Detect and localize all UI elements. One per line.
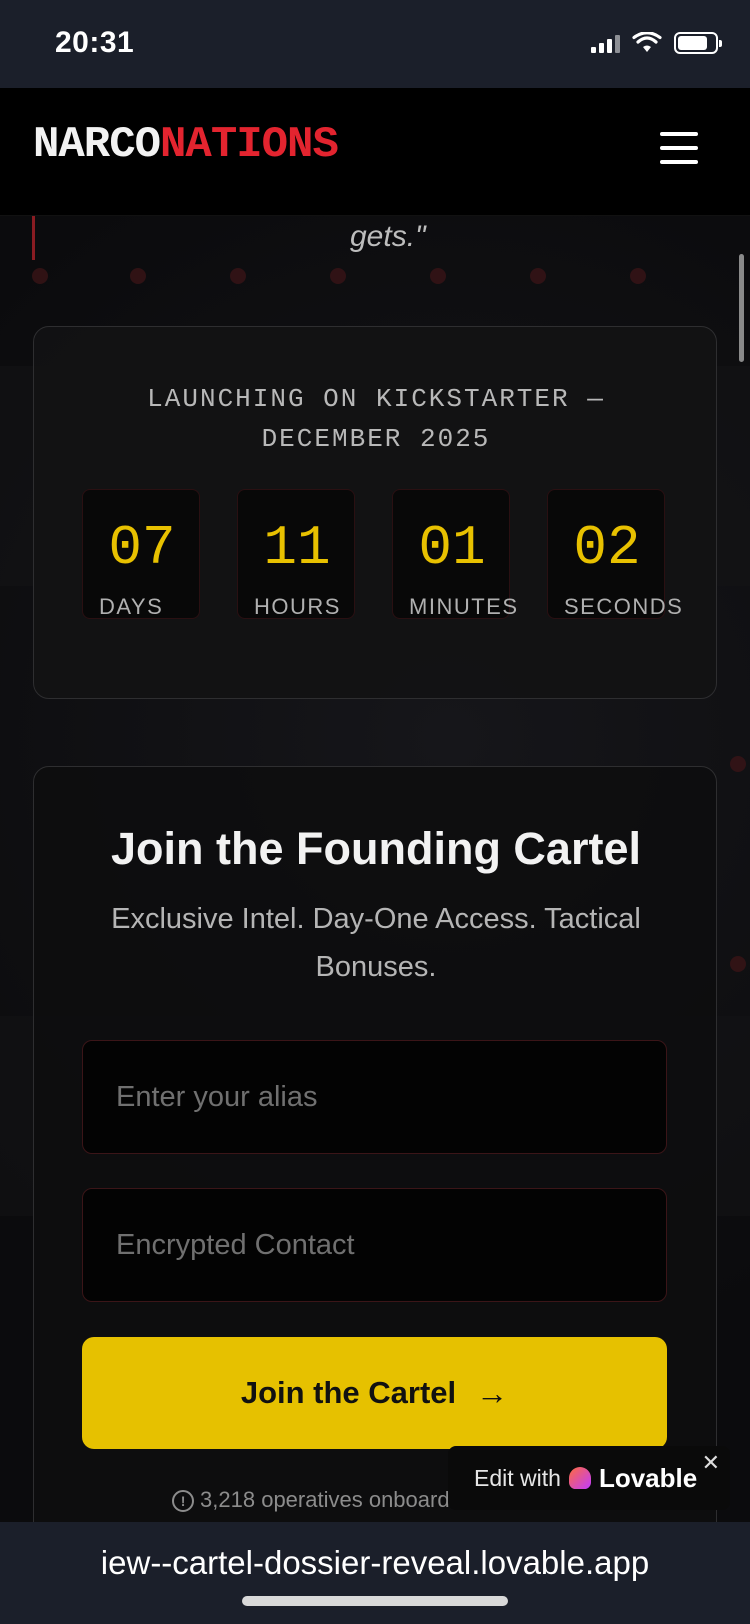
- wifi-icon: [632, 32, 662, 52]
- join-cartel-button[interactable]: Join the Cartel →: [82, 1337, 667, 1449]
- timer-value: 01: [418, 516, 486, 580]
- countdown-card: LAUNCHING ON KICKSTARTER — DECEMBER 2025…: [33, 326, 717, 699]
- signup-subtitle: Exclusive Intel. Day-One Access. Tactica…: [111, 903, 641, 983]
- alias-field[interactable]: [82, 1040, 667, 1154]
- url-text[interactable]: iew--cartel-dossier-reveal.lovable.app: [0, 1544, 750, 1582]
- quote-text: gets.": [350, 220, 426, 253]
- signup-title: Join the Founding Cartel: [111, 823, 641, 874]
- timer-value: 02: [573, 516, 641, 580]
- timer-minutes: 01 MINUTES: [392, 489, 517, 619]
- close-icon[interactable]: ✕: [702, 1450, 720, 1476]
- timer-days: 07 DAYS: [82, 489, 200, 619]
- battery-icon: [674, 32, 722, 54]
- info-icon: !: [172, 1490, 195, 1513]
- home-indicator[interactable]: [242, 1596, 508, 1606]
- launch-announcement: LAUNCHING ON KICKSTARTER — DECEMBER 2025: [147, 384, 605, 454]
- menu-icon[interactable]: [660, 132, 698, 164]
- contact-input[interactable]: [83, 1189, 666, 1301]
- lovable-badge[interactable]: Edit with Lovable ✕: [448, 1446, 730, 1510]
- timer-label: HOURS: [254, 594, 341, 619]
- timer-label: DAYS: [99, 594, 164, 619]
- timer-label: SECONDS: [564, 594, 684, 619]
- logo-part-1: NARCO: [33, 120, 161, 170]
- timer-seconds: 02 SECONDS: [547, 489, 682, 619]
- status-time: 20:31: [55, 26, 135, 59]
- quote-accent-bar: [32, 216, 35, 260]
- logo-part-2: NATIONS: [160, 120, 339, 170]
- browser-url-bar[interactable]: iew--cartel-dossier-reveal.lovable.app: [0, 1522, 750, 1624]
- scrollbar[interactable]: [739, 254, 744, 362]
- badge-prefix: Edit with: [474, 1464, 561, 1491]
- signal-icon: [591, 33, 620, 53]
- timer-label: MINUTES: [409, 594, 519, 619]
- alias-input[interactable]: [83, 1041, 666, 1153]
- logo[interactable]: NARCONATIONS: [33, 120, 339, 170]
- badge-brand: Lovable: [598, 1462, 698, 1493]
- contact-field[interactable]: [82, 1188, 667, 1302]
- timer-hours: 11 HOURS: [237, 489, 355, 619]
- heart-icon: [568, 1467, 591, 1489]
- status-bar: 20:31: [0, 0, 750, 88]
- arrow-right-icon: →: [476, 1374, 509, 1411]
- status-icons: [591, 32, 722, 54]
- join-cartel-label: Join the Cartel: [240, 1375, 457, 1410]
- site-header: NARCONATIONS: [0, 88, 750, 216]
- timer-value: 07: [108, 516, 176, 580]
- timer-value: 11: [263, 516, 331, 580]
